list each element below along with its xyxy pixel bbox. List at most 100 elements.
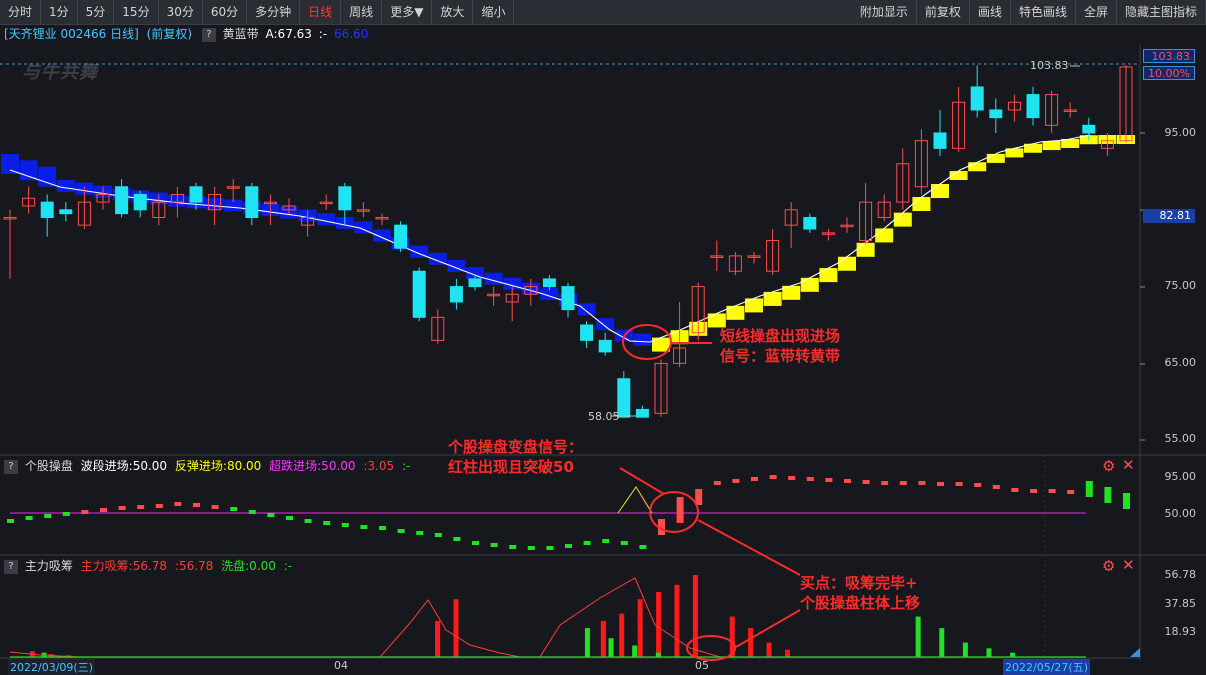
signal-bar [7,519,14,523]
down-candle [338,186,352,211]
annotation-red-bar: 个股操盘变盘信号： 红柱出现且突破50 [448,437,583,477]
signal-bar [25,516,33,520]
signal-bar [286,516,293,520]
washout-bar [1010,652,1016,657]
signal-bar [397,529,405,533]
yellow-band-block [931,184,949,198]
signal-bar [341,523,349,527]
close-icon[interactable]: ✕ [1122,556,1135,574]
signal-bar [546,546,554,550]
down-candle [970,86,984,111]
annotation-line: 个股操盘柱体上移 [800,594,921,612]
blue-band-block [596,318,615,331]
signal-bar [620,541,628,545]
signal-bar [193,503,200,507]
signal-bar [992,485,1000,489]
annotation-arrow [619,467,665,495]
signal-bar [751,477,758,481]
accumulation-bar [784,649,790,657]
down-candle [1026,94,1040,119]
washout-bar [962,642,968,657]
signal-bar [62,512,70,516]
signal-bar [825,478,833,482]
washout-bar [915,616,921,657]
signal-bar [174,502,182,506]
accumulation-bar [748,628,754,657]
signal-bar [323,521,331,525]
down-candle [449,286,463,303]
yellow-band-block [986,153,1005,163]
accumulation-bar [766,642,772,657]
down-candle [617,378,631,418]
signal-bar [1048,489,1056,493]
accumulation-bar [674,584,680,657]
down-candle [580,324,594,341]
blue-band-block [633,333,652,346]
sub1-value: 波段进场:50.00 [80,459,168,473]
gear-icon[interactable]: ⚙ [1102,457,1115,475]
sub1-name: 个股操盘 [24,459,73,473]
red-bar-circle [649,491,699,533]
signal-bar [230,507,238,511]
down-candle [468,278,482,288]
sub2-value: 洗盘:0.00 [221,559,276,573]
accumulation-bar [692,575,698,657]
accumulation-bar [435,620,441,657]
moving-average-line [9,134,1091,343]
down-candle [561,286,575,311]
price-axis-label: 65.00 [1164,356,1197,369]
down-candle [803,216,817,230]
signal-bar [881,481,889,485]
help-icon[interactable]: ? [4,459,18,474]
price-axis-label: 55.00 [1164,432,1197,445]
annotation-line: 红柱出现且突破50 [448,458,574,476]
washout-bar [584,628,590,657]
help-icon[interactable]: ? [4,559,18,574]
down-candle [989,109,1003,119]
signal-bar [769,475,777,479]
annotation-arrow [735,609,801,648]
signal-bar [509,545,517,549]
signal-bar [379,526,386,530]
down-candle [412,270,426,318]
washout-bar [939,628,945,657]
signal-bar [844,479,851,483]
signal-bar [248,510,256,514]
blue-band-block [317,213,336,226]
signal-bar [918,481,926,485]
signal-bar [155,504,163,508]
month-label: 05 [695,659,709,672]
sub1-axis-label: 95.00 [1164,470,1197,483]
annotation-line: 买点：吸筹完毕+ [800,574,918,592]
sub2-name: 主力吸筹 [24,559,73,573]
date-start-label: 2022/03/09(三) [8,659,95,675]
sub2-axis-label: 56.78 [1164,568,1197,581]
down-candle [1082,124,1096,134]
annotation-line: 短线操盘出现进场 [720,327,841,345]
yellow-band-block [912,197,931,212]
sub1-axis-label: 50.00 [1164,507,1197,520]
blue-band-block [38,166,57,187]
signal-bar [434,533,442,537]
sub2-value: 主力吸筹:56.78 [80,559,168,573]
date-end-label: 2022/05/27(五) [1003,659,1090,675]
sub1-value: :- [401,459,411,473]
down-candle [40,201,54,218]
washout-bar [986,648,992,657]
signal-bar [472,541,479,545]
gear-icon[interactable]: ⚙ [1102,557,1115,575]
down-candle [115,186,129,215]
signal-bar [137,505,145,509]
accumulation-bar [637,599,643,657]
signal-bar [955,482,963,486]
signal-bar [453,537,461,541]
blue-band-block [19,160,38,181]
accumulation-bar [619,613,625,657]
signal-bar [304,519,312,523]
close-icon[interactable]: ✕ [1122,456,1135,474]
washout-bar [608,638,614,657]
scroll-corner-icon[interactable] [1130,648,1140,657]
signal-triangle [617,486,653,514]
down-candle [542,278,556,288]
down-candle [245,186,259,218]
